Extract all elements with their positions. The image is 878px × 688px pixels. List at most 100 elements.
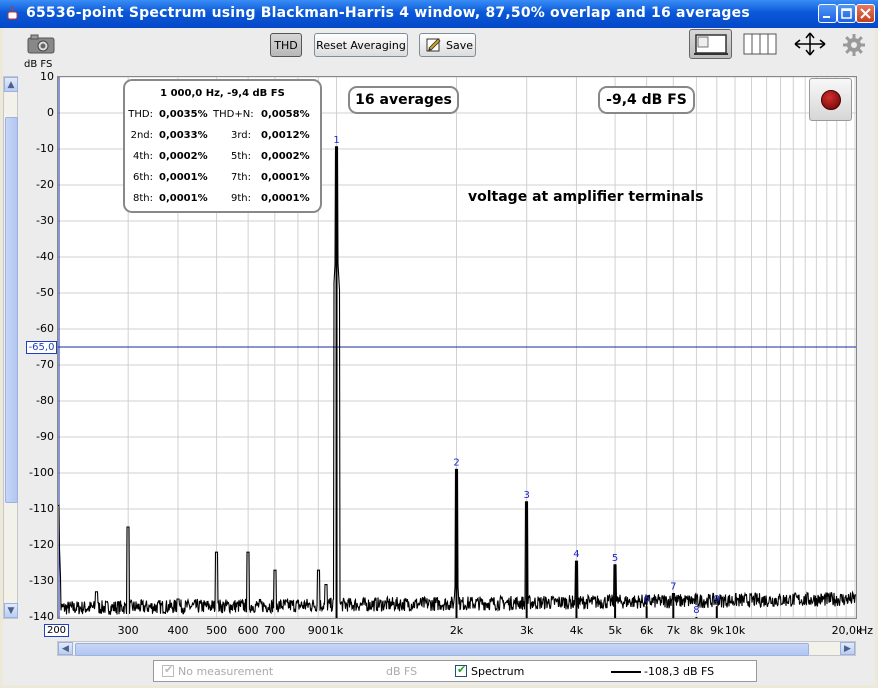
- x-tick-label: 500: [206, 624, 228, 637]
- no-measurement-label: No measurement: [178, 665, 274, 678]
- x-tick-label: 1k: [329, 624, 344, 637]
- move-arrows-icon: [794, 32, 826, 56]
- harmonic-value: 0,0002%: [261, 151, 310, 162]
- harmonics-header: 1 000,0 Hz, -9,4 dB FS: [160, 88, 285, 99]
- harmonic-marker-label: 2: [453, 457, 459, 468]
- x-tick-label: 4k: [569, 624, 584, 637]
- monitor-icon: [694, 34, 728, 55]
- harmonic-marker-label: 1: [333, 135, 339, 146]
- x-tick-label: 700: [264, 624, 286, 637]
- y-tick-label: -10: [36, 142, 54, 155]
- harmonic-label: 3rd:: [230, 130, 251, 141]
- y-tick-label: -80: [36, 394, 54, 407]
- harmonic-label: THD+N:: [213, 109, 254, 120]
- save-button[interactable]: Save: [419, 33, 476, 57]
- harmonic-marker-label: 6: [643, 594, 649, 605]
- y-tick-label: -110: [29, 502, 54, 515]
- harmonic-marker-label: 7: [670, 582, 676, 593]
- harmonic-label: 8th:: [133, 193, 153, 204]
- graph-view-button[interactable]: [689, 29, 732, 59]
- level-badge: -9,4 dB FS: [598, 86, 695, 114]
- columns-view-button[interactable]: [741, 31, 779, 57]
- harmonic-value: 0,0002%: [159, 151, 208, 162]
- columns-icon: [743, 33, 777, 55]
- close-icon: [860, 8, 871, 19]
- java-cup-icon: [7, 5, 18, 20]
- harmonic-label: 9th:: [231, 193, 251, 204]
- minimize-button[interactable]: [818, 4, 837, 23]
- horizontal-scroll-thumb[interactable]: [75, 643, 809, 656]
- no-measurement-checkbox[interactable]: ✔: [162, 663, 174, 677]
- harmonics-panel: 1 000,0 Hz, -9,4 dB FS THD: 0,0035% THD+N:…: [123, 79, 322, 213]
- chevron-left-icon: ◀: [62, 643, 69, 654]
- harmonic-label: THD:: [128, 109, 153, 120]
- averages-badge: 16 averages: [348, 86, 459, 114]
- harmonic-marker-label: 3: [523, 490, 529, 501]
- harmonic-value: 0,0058%: [261, 109, 310, 120]
- check-icon: ✔: [457, 663, 467, 676]
- x-tick-label: 10k: [724, 624, 746, 637]
- x-tick-label: 3k: [519, 624, 534, 637]
- harmonic-value: 0,0001%: [159, 193, 208, 204]
- x-cursor-value[interactable]: 200: [44, 624, 69, 637]
- window-title: 65536-point Spectrum using Blackman-Harr…: [26, 5, 750, 21]
- x-tick-label: 2k: [449, 624, 464, 637]
- legend-bar: ✔ No measurement dB FS ✔ Spectrum -108,3…: [153, 660, 757, 682]
- maximize-button[interactable]: [837, 4, 856, 23]
- x-tick-label: 8k: [689, 624, 704, 637]
- chevron-right-icon: ▶: [844, 643, 851, 654]
- title-bar: 65536-point Spectrum using Blackman-Harr…: [0, 0, 878, 28]
- y-tick-label: -140: [29, 610, 54, 623]
- harmonic-marker-label: 9: [714, 594, 720, 605]
- y-tick-label: -40: [36, 250, 54, 263]
- scroll-right-button[interactable]: ▶: [840, 642, 855, 655]
- y-tick-label: -100: [29, 466, 54, 479]
- harmonic-value: 0,0001%: [261, 193, 310, 204]
- vertical-scroll-thumb[interactable]: [5, 117, 18, 503]
- camera-button[interactable]: [26, 33, 56, 55]
- x-axis-unit-label: Hz: [858, 624, 874, 637]
- y-tick-label: -50: [36, 286, 54, 299]
- y-tick-label: -30: [36, 214, 54, 227]
- y-tick-label: -70: [36, 358, 54, 371]
- x-tick-label: 600: [237, 624, 259, 637]
- harmonic-value: 0,0001%: [261, 172, 310, 183]
- y-cursor-value[interactable]: -65,0: [26, 341, 57, 354]
- reset-averaging-button[interactable]: Reset Averaging: [314, 33, 408, 57]
- x-tick-label: 7k: [666, 624, 680, 637]
- harmonic-label: 2nd:: [130, 130, 153, 141]
- fit-axes-button[interactable]: [792, 31, 828, 57]
- scroll-left-button[interactable]: ◀: [58, 642, 73, 655]
- save-icon: [426, 38, 441, 52]
- y-tick-label: -90: [36, 430, 54, 443]
- x-tick-label: 900: [307, 624, 329, 637]
- y-tick-label: -130: [29, 574, 54, 587]
- x-tick-label: 5k: [608, 624, 622, 637]
- close-button[interactable]: [856, 4, 875, 23]
- settings-button[interactable]: [842, 33, 866, 57]
- harmonic-value: 0,0033%: [159, 130, 208, 141]
- camera-icon: [27, 34, 55, 54]
- x-tick-label: 20,0k: [831, 624, 863, 637]
- harmonic-label: 7th:: [231, 172, 251, 183]
- harmonic-label: 6th:: [133, 172, 153, 183]
- x-tick-label: 400: [167, 624, 189, 637]
- horizontal-scrollbar[interactable]: ◀ ▶: [57, 641, 856, 656]
- spectrum-label: Spectrum: [471, 665, 525, 678]
- y-tick-label: 10: [40, 70, 54, 83]
- check-icon: ✔: [164, 663, 174, 676]
- harmonic-label: 5th:: [231, 151, 251, 162]
- harmonic-marker-label: 5: [612, 553, 618, 564]
- record-button[interactable]: [809, 78, 852, 121]
- thd-button[interactable]: THD: [270, 33, 302, 57]
- harmonic-value: 0,0012%: [261, 130, 310, 141]
- save-button-label: Save: [446, 38, 474, 52]
- harmonic-marker-label: 4: [573, 549, 579, 560]
- record-icon: [821, 90, 841, 110]
- spectrum-value: -108,3 dB FS: [644, 665, 715, 678]
- no-measurement-unit: dB FS: [386, 665, 418, 678]
- spectrum-checkbox[interactable]: ✔: [455, 663, 467, 677]
- x-tick-label: 9k: [710, 624, 724, 637]
- y-tick-label: -120: [29, 538, 54, 551]
- y-axis-unit-label: dB FS: [24, 59, 53, 70]
